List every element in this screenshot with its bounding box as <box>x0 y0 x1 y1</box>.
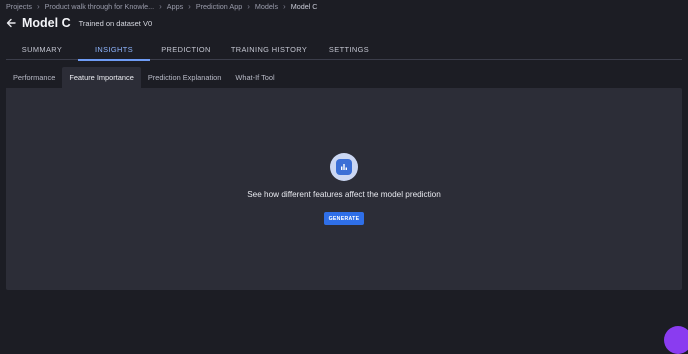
empty-state-icon-badge <box>330 153 358 181</box>
tab-prediction[interactable]: PREDICTION <box>150 38 222 60</box>
breadcrumb: Projects › Product walk through for Know… <box>6 2 317 11</box>
bar-chart-icon-container <box>336 159 352 175</box>
page-title: Model C <box>22 16 71 30</box>
feature-importance-panel: See how different features affect the mo… <box>6 88 682 290</box>
floating-action-button[interactable] <box>664 326 688 354</box>
generate-button[interactable]: GENERATE <box>324 212 364 225</box>
back-arrow-icon[interactable] <box>6 18 16 28</box>
tab-insights[interactable]: INSIGHTS <box>78 38 150 61</box>
subtab-feature-importance[interactable]: Feature Importance <box>62 67 141 88</box>
breadcrumb-current: Model C <box>290 2 318 11</box>
chevron-right-icon: › <box>283 2 286 11</box>
bar-chart-icon <box>341 164 347 170</box>
subtab-prediction-explanation[interactable]: Prediction Explanation <box>141 67 229 88</box>
empty-state-message: See how different features affect the mo… <box>247 190 441 199</box>
breadcrumb-app[interactable]: Prediction App <box>196 2 242 11</box>
chevron-right-icon: › <box>159 2 162 11</box>
chevron-right-icon: › <box>36 2 40 11</box>
breadcrumb-project[interactable]: Product walk through for Knowle... <box>45 2 154 11</box>
subtab-performance[interactable]: Performance <box>6 67 62 88</box>
tab-training-history[interactable]: TRAINING HISTORY <box>222 38 316 60</box>
chevron-right-icon: › <box>247 2 250 11</box>
breadcrumb-projects[interactable]: Projects <box>6 2 32 11</box>
chevron-right-icon: › <box>188 2 191 11</box>
tab-settings[interactable]: SETTINGS <box>316 38 382 60</box>
insight-subtabs: Performance Feature Importance Predictio… <box>6 67 282 88</box>
breadcrumb-models[interactable]: Models <box>255 2 278 11</box>
page-header: Model C Trained on dataset V0 <box>6 16 152 30</box>
page-subtitle: Trained on dataset V0 <box>78 18 153 28</box>
subtab-what-if-tool[interactable]: What-If Tool <box>228 67 281 88</box>
breadcrumb-apps[interactable]: Apps <box>167 2 183 11</box>
main-tabs: SUMMARY INSIGHTS PREDICTION TRAINING HIS… <box>6 38 682 61</box>
tab-summary[interactable]: SUMMARY <box>6 38 78 60</box>
